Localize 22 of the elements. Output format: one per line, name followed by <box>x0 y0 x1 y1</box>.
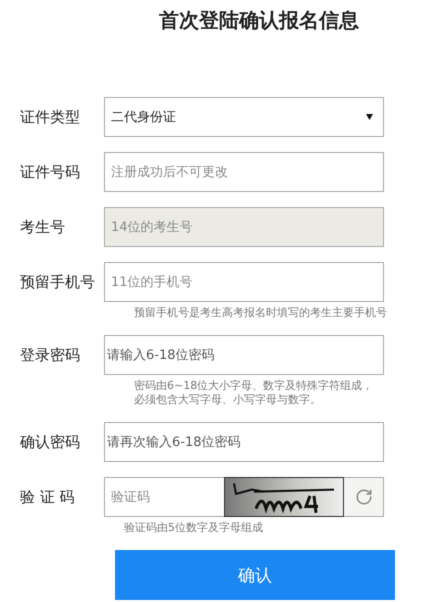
input-field[interactable]: 请输入6-18位密码 <box>104 335 384 375</box>
field-label: 证件类型 <box>19 108 81 126</box>
caret-icon <box>366 114 373 120</box>
page-title: 首次登陆确认报名信息 <box>158 7 360 34</box>
captcha-field[interactable]: 验证码 <box>104 477 224 517</box>
confirm-button[interactable]: 确认 <box>115 550 395 600</box>
input-field[interactable]: 注册成功后不可更改 <box>104 152 384 192</box>
hint-text: 必须包含大写字母、小写字母与数字。 <box>134 393 322 407</box>
id-type-select[interactable]: 二代身份证 <box>104 97 384 137</box>
field-label: 证件号码 <box>19 162 81 182</box>
hint-text: 预留手机号是考生高考报名时填写的考生主要手机号 <box>134 306 388 320</box>
field-label: 确认密码 <box>19 432 81 452</box>
field-label: 验 证 码 <box>19 488 76 506</box>
field-label: 考生号 <box>19 218 66 236</box>
field-label: 预留手机号 <box>19 272 96 292</box>
input-field[interactable]: 请再次输入6-18位密码 <box>104 422 384 462</box>
refresh-button[interactable] <box>344 477 384 517</box>
field-label: 登录密码 <box>19 346 81 364</box>
input-field[interactable]: 11位的手机号 <box>104 262 384 302</box>
hint-text: 验证码由5位数字及字母组成 <box>124 521 264 535</box>
hint-text: 密码由6~18位大小字母、数字及特殊字符组成， <box>134 379 374 393</box>
refresh-icon <box>354 488 372 506</box>
